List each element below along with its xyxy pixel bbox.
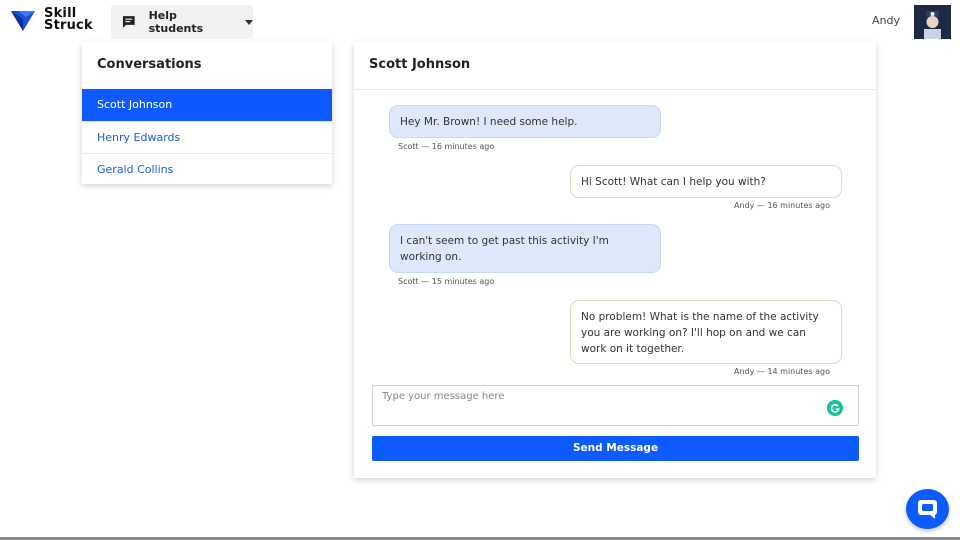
- logo-line-2: Struck: [44, 18, 93, 33]
- message-meta: Andy — 16 minutes ago: [734, 201, 830, 210]
- conversation-item-scott-johnson[interactable]: Scott Johnson: [82, 89, 332, 121]
- message-meta: Andy — 14 minutes ago: [734, 367, 830, 376]
- skillstruck-logo-icon: [11, 11, 35, 31]
- caret-down-icon: [245, 19, 253, 25]
- message-bubble: Hey Mr. Brown! I need some help.: [389, 105, 661, 138]
- conversations-title: Conversations: [97, 57, 202, 72]
- user-name[interactable]: Andy: [872, 14, 900, 27]
- avatar[interactable]: [914, 5, 951, 39]
- message-meta: Scott — 16 minutes ago: [398, 142, 495, 151]
- message-bubble: I can't seem to get past this activity I…: [389, 224, 661, 273]
- message-input[interactable]: [372, 385, 859, 426]
- chat-title: Scott Johnson: [369, 57, 471, 72]
- message-bubble: No problem! What is the name of the acti…: [570, 300, 842, 364]
- help-students-button[interactable]: Help students: [111, 5, 253, 39]
- message-meta: Scott — 15 minutes ago: [398, 277, 495, 286]
- chat-panel: Scott Johnson Hey Mr. Brown! I need some…: [354, 42, 876, 478]
- avatar-image: [914, 5, 951, 39]
- conversations-panel: Conversations Scott Johnson Henry Edward…: [82, 42, 332, 184]
- logo-text: Skill Struck: [44, 7, 93, 33]
- chat-divider: [354, 89, 876, 90]
- conversation-item-gerald-collins[interactable]: Gerald Collins: [82, 153, 332, 185]
- chat-bubble-icon: [918, 500, 937, 519]
- conversation-item-henry-edwards[interactable]: Henry Edwards: [82, 121, 332, 153]
- chat-icon: [122, 16, 135, 28]
- floating-chat-button[interactable]: [906, 489, 949, 529]
- send-message-button[interactable]: Send Message: [372, 436, 859, 461]
- grammarly-icon[interactable]: [827, 400, 843, 416]
- help-students-label: Help students: [148, 9, 204, 35]
- message-bubble: Hi Scott! What can I help you with?: [570, 165, 842, 198]
- logo[interactable]: Skill Struck: [10, 7, 93, 33]
- top-bar: Skill Struck Help students Andy: [0, 0, 960, 44]
